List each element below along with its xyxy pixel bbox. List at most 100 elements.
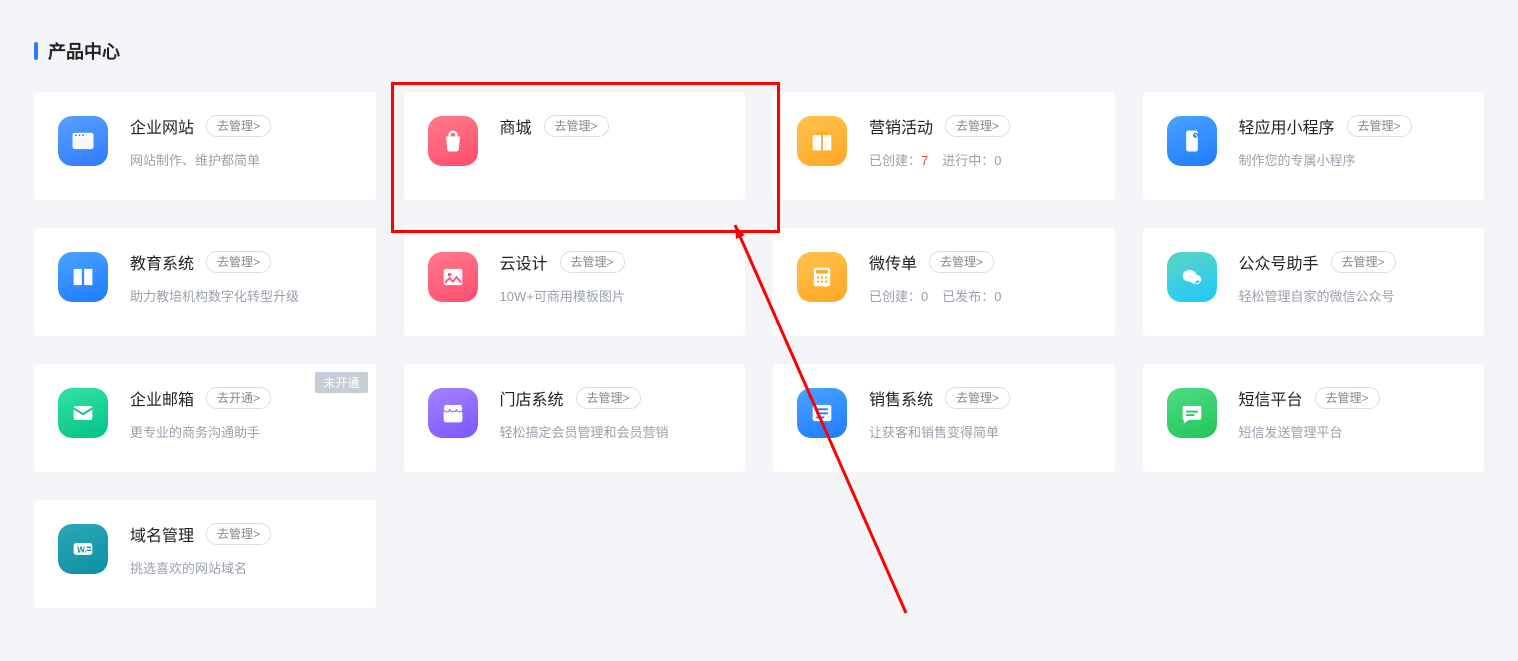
card-title: 门店系统 [500, 386, 564, 410]
manage-button[interactable]: 去管理> [206, 115, 271, 137]
not-activated-badge: 未开通 [315, 372, 367, 393]
product-card-domain[interactable]: W. 域名管理去管理> 挑选喜欢的网站域名 [34, 500, 376, 608]
card-body: 门店系统去管理>轻松搞定会员管理和会员营销 [500, 386, 722, 441]
image-icon [428, 252, 478, 302]
calc-icon [797, 252, 847, 302]
stat-item: 已发布：0 [942, 286, 1001, 305]
stat-item: 已创建：7 [869, 150, 928, 169]
card-title-row: 企业网站去管理> [130, 114, 352, 138]
card-title-row: 域名管理去管理> [130, 522, 352, 546]
card-body: 短信平台去管理> 短信发送管理平台 [1239, 386, 1461, 441]
card-body: 轻应用小程序去管理>制作您的专属小程序 [1239, 114, 1461, 169]
manage-button[interactable]: 去管理> [206, 251, 271, 273]
stat-value: 0 [994, 289, 1001, 304]
card-title-row: 教育系统去管理> [130, 250, 352, 274]
chat-icon [1167, 388, 1217, 438]
stat-label: 已创建： [869, 153, 921, 168]
stat-label: 已发布： [942, 289, 994, 304]
phone-icon [1167, 116, 1217, 166]
product-center-panel: 产品中心 企业网站去管理>网站制作、维护都简单商城去管理>营销活动去管理>已创建… [34, 38, 1484, 608]
product-card-store[interactable]: 门店系统去管理>轻松搞定会员管理和会员营销 [404, 364, 746, 472]
card-description: 10W+可商用模板图片 [500, 286, 722, 305]
product-card-design[interactable]: 云设计去管理> 10W+可商用模板图片 [404, 228, 746, 336]
manage-button[interactable]: 去管理> [945, 387, 1010, 409]
wechat-icon [1167, 252, 1217, 302]
card-title: 微传单 [869, 250, 917, 274]
list-icon [797, 388, 847, 438]
card-title-row: 轻应用小程序去管理> [1239, 114, 1461, 138]
card-title: 营销活动 [869, 114, 933, 138]
card-title-row: 短信平台去管理> [1239, 386, 1461, 410]
stat-label: 进行中： [942, 153, 994, 168]
card-description: 更专业的商务沟通助手 [130, 422, 352, 441]
card-title-row: 微传单去管理> [869, 250, 1091, 274]
window-icon [58, 116, 108, 166]
product-card-miniapp[interactable]: 轻应用小程序去管理>制作您的专属小程序 [1143, 92, 1485, 200]
activate-button[interactable]: 去开通> [206, 387, 271, 409]
stat-item: 进行中：0 [942, 150, 1001, 169]
storefront-icon [428, 388, 478, 438]
card-title-row: 公众号助手去管理> [1239, 250, 1461, 274]
bag-icon [428, 116, 478, 166]
product-card-site[interactable]: 企业网站去管理> 网站制作、维护都简单 [34, 92, 376, 200]
manage-button[interactable]: 去管理> [560, 251, 625, 273]
card-title-row: 云设计去管理> [500, 250, 722, 274]
card-body: 公众号助手去管理> 轻松管理自家的微信公众号 [1239, 250, 1461, 305]
product-card-sales[interactable]: 销售系统去管理> 让获客和销售变得简单 [773, 364, 1115, 472]
product-card-marketing[interactable]: 营销活动去管理> 已创建：7 进行中：0 [773, 92, 1115, 200]
card-title: 轻应用小程序 [1239, 114, 1335, 138]
manage-button[interactable]: 去管理> [1331, 251, 1396, 273]
product-card-wechat[interactable]: 公众号助手去管理> 轻松管理自家的微信公众号 [1143, 228, 1485, 336]
card-title: 公众号助手 [1239, 250, 1319, 274]
mail-icon [58, 388, 108, 438]
manage-button[interactable]: 去管理> [945, 115, 1010, 137]
card-description: 让获客和销售变得简单 [869, 422, 1091, 441]
card-body: 企业邮箱去开通> 更专业的商务沟通助手 [130, 386, 352, 441]
section-title-text: 产品中心 [48, 38, 120, 64]
stat-value: 0 [921, 289, 928, 304]
card-description: 轻松管理自家的微信公众号 [1239, 286, 1461, 305]
gift-icon [797, 116, 847, 166]
card-title-row: 门店系统去管理> [500, 386, 722, 410]
card-title: 商城 [500, 114, 532, 138]
manage-button[interactable]: 去管理> [929, 251, 994, 273]
card-title-row: 销售系统去管理> [869, 386, 1091, 410]
product-card-sms[interactable]: 短信平台去管理> 短信发送管理平台 [1143, 364, 1485, 472]
product-card-flyer[interactable]: 微传单去管理>已创建：0已发布：0 [773, 228, 1115, 336]
card-title-row: 营销活动去管理> [869, 114, 1091, 138]
card-body: 微传单去管理>已创建：0已发布：0 [869, 250, 1091, 305]
stat-value: 0 [994, 153, 1001, 168]
manage-button[interactable]: 去管理> [1315, 387, 1380, 409]
product-card-mall[interactable]: 商城去管理> [404, 92, 746, 200]
product-card-edu[interactable]: 教育系统去管理> 助力教培机构数字化转型升级 [34, 228, 376, 336]
book-icon [58, 252, 108, 302]
card-body: 销售系统去管理> 让获客和销售变得简单 [869, 386, 1091, 441]
domain-icon: W. [58, 524, 108, 574]
manage-button[interactable]: 去管理> [206, 523, 271, 545]
card-body: 商城去管理> [500, 114, 722, 138]
card-title-row: 商城去管理> [500, 114, 722, 138]
card-description: 挑选喜欢的网站域名 [130, 558, 352, 577]
product-card-mail[interactable]: 未开通企业邮箱去开通> 更专业的商务沟通助手 [34, 364, 376, 472]
stat-value: 7 [921, 153, 928, 168]
title-accent-bar [34, 42, 38, 60]
card-body: 云设计去管理> 10W+可商用模板图片 [500, 250, 722, 305]
stat-label: 已创建： [869, 289, 921, 304]
card-title: 云设计 [500, 250, 548, 274]
section-title: 产品中心 [34, 38, 1484, 64]
svg-text:W.: W. [77, 546, 87, 555]
card-title: 短信平台 [1239, 386, 1303, 410]
card-title: 企业邮箱 [130, 386, 194, 410]
card-body: 营销活动去管理> 已创建：7 进行中：0 [869, 114, 1091, 169]
card-stats: 已创建：7 进行中：0 [869, 150, 1091, 169]
manage-button[interactable]: 去管理> [576, 387, 641, 409]
card-title: 教育系统 [130, 250, 194, 274]
card-description: 网站制作、维护都简单 [130, 150, 352, 169]
manage-button[interactable]: 去管理> [544, 115, 609, 137]
product-grid: 企业网站去管理>网站制作、维护都简单商城去管理>营销活动去管理>已创建：7进行中… [34, 92, 1484, 608]
card-body: 域名管理去管理> 挑选喜欢的网站域名 [130, 522, 352, 577]
card-title: 企业网站 [130, 114, 194, 138]
manage-button[interactable]: 去管理> [1347, 115, 1412, 137]
card-description: 短信发送管理平台 [1239, 422, 1461, 441]
card-description: 助力教培机构数字化转型升级 [130, 286, 352, 305]
